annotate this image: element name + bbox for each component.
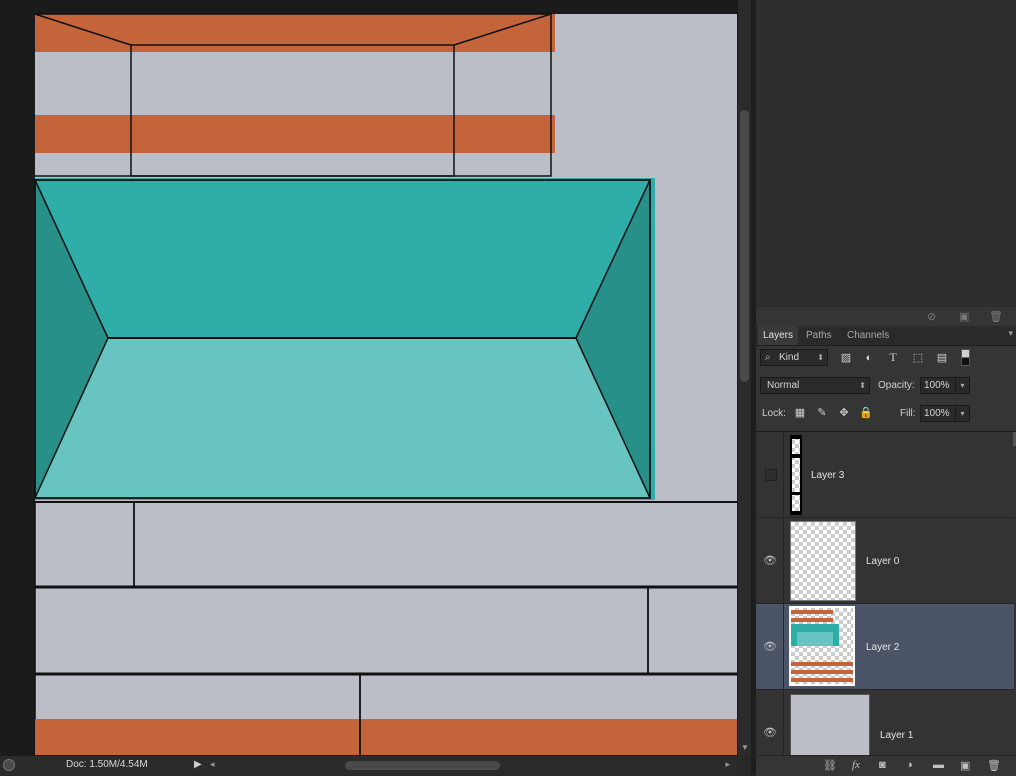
panel-menu-icon[interactable]: ▾	[1008, 328, 1013, 339]
fill-field[interactable]: 100% ▾	[920, 405, 970, 422]
layers-panel-footer: ⛓ fx ◙ ◑ ▬ ▣ 🗑	[756, 755, 1016, 776]
filter-adjustment-icon[interactable]: ◐	[862, 352, 876, 364]
fill-label: Fill:	[900, 408, 916, 419]
document-canvas[interactable]	[0, 0, 737, 755]
orange-stripe	[35, 115, 555, 153]
layers-list[interactable]: Layer 3 👁 Layer 0 👁 Layer 2 👁 Layer 1	[756, 431, 1016, 776]
opacity-value: 100%	[924, 380, 950, 391]
scroll-right-arrow-icon[interactable]: ▸	[725, 759, 730, 770]
adjustment-layer-icon[interactable]: ◑	[906, 759, 913, 771]
blend-mode-value: Normal	[767, 380, 800, 391]
visibility-toggle[interactable]: 👁	[756, 604, 784, 690]
status-bar: Doc: 1.50M/4.54M ▶ ◂ ▸	[0, 755, 737, 775]
layer-thumbnail	[790, 694, 870, 756]
tab-channels[interactable]: Channels	[842, 326, 894, 345]
filter-type-icon[interactable]: T	[886, 351, 900, 363]
layer-name[interactable]: Layer 3	[811, 470, 844, 481]
chevron-updown-icon: ⬍	[817, 353, 824, 362]
horizontal-scrollbar[interactable]: ◂ ▸	[207, 759, 732, 772]
layer-thumbnail	[790, 435, 802, 515]
new-item-icon[interactable]: ▣	[959, 310, 969, 323]
no-entry-icon[interactable]: ⊘	[927, 310, 936, 323]
vertical-scroll-thumb[interactable]	[740, 110, 749, 382]
opacity-field[interactable]: 100% ▾	[920, 377, 970, 394]
visibility-toggle[interactable]	[756, 432, 784, 518]
doc-size-info[interactable]: Doc: 1.50M/4.54M	[66, 759, 148, 770]
eye-icon[interactable]: 👁	[763, 726, 777, 739]
status-icon[interactable]	[3, 759, 15, 771]
lock-image-pixels-icon[interactable]: ✎	[815, 407, 829, 419]
right-panel-dock: ⊘ ▣ 🗑 Layers Paths Channels ▾ ⌕ Kind ⬍ ▨…	[756, 0, 1016, 776]
new-group-folder-icon[interactable]: ▬	[933, 759, 944, 771]
filter-toggle-switch[interactable]	[961, 349, 970, 366]
teal-floor	[35, 338, 650, 498]
trash-icon[interactable]: 🗑	[989, 310, 1003, 323]
new-layer-icon[interactable]: ▣	[960, 759, 970, 772]
tab-paths[interactable]: Paths	[801, 326, 837, 345]
fill-dropdown-arrow-icon[interactable]: ▾	[955, 406, 969, 421]
add-mask-icon[interactable]: ◙	[879, 759, 886, 771]
eye-icon[interactable]: 👁	[763, 640, 777, 653]
filter-smart-object-icon[interactable]: ▤	[935, 352, 949, 364]
orange-stripe	[35, 14, 555, 52]
filter-pixel-icon[interactable]: ▨	[839, 352, 853, 364]
upper-panel-area	[756, 0, 1016, 306]
tab-layers[interactable]: Layers	[758, 326, 799, 345]
blend-mode-dropdown[interactable]: Normal ⬍	[760, 377, 870, 394]
canvas-artwork	[34, 13, 737, 755]
layer-name[interactable]: Layer 1	[880, 730, 913, 741]
layer-row-layer-3[interactable]: Layer 3	[756, 432, 1014, 518]
layer-style-fx-icon[interactable]: fx	[852, 759, 860, 771]
layer-thumbnail	[789, 606, 855, 686]
layer-kind-filter[interactable]: ⌕ Kind ⬍	[760, 349, 828, 366]
filter-shape-icon[interactable]: ⬚	[911, 352, 925, 364]
status-menu-arrow-icon[interactable]: ▶	[194, 759, 202, 770]
visibility-off-box[interactable]	[765, 469, 777, 481]
lock-label: Lock:	[762, 408, 786, 419]
chevron-updown-icon: ⬍	[859, 381, 866, 390]
lock-position-icon[interactable]: ✥	[837, 407, 851, 419]
eye-icon[interactable]: 👁	[763, 554, 777, 567]
layer-row-layer-0[interactable]: 👁 Layer 0	[756, 518, 1014, 604]
visibility-toggle[interactable]: 👁	[756, 518, 784, 604]
horizontal-scroll-thumb[interactable]	[345, 761, 500, 770]
kind-filter-label: Kind	[779, 352, 800, 363]
layer-name[interactable]: Layer 2	[866, 642, 899, 653]
search-icon: ⌕	[765, 352, 771, 363]
scroll-left-arrow-icon[interactable]: ◂	[210, 759, 215, 770]
layer-name[interactable]: Layer 0	[866, 556, 899, 567]
scrollbar-corner	[737, 755, 751, 775]
lock-all-icon[interactable]: 🔒	[859, 407, 873, 419]
upper-panel-footer: ⊘ ▣ 🗑	[756, 306, 1016, 326]
delete-layer-trash-icon[interactable]: 🗑	[987, 759, 1001, 772]
vertical-scrollbar[interactable]: ▼	[737, 0, 752, 755]
orange-stripe	[35, 719, 737, 755]
layers-panel-tabs: Layers Paths Channels ▾	[756, 326, 1016, 346]
scroll-down-arrow-icon[interactable]: ▼	[741, 744, 749, 752]
fill-value: 100%	[924, 408, 950, 419]
layer-row-layer-2[interactable]: 👁 Layer 2	[756, 604, 1014, 690]
link-layers-icon[interactable]: ⛓	[823, 759, 837, 772]
lock-transparent-pixels-icon[interactable]: ▦	[793, 407, 807, 419]
layer-thumbnail	[790, 521, 856, 601]
opacity-dropdown-arrow-icon[interactable]: ▾	[955, 378, 969, 393]
opacity-label: Opacity:	[878, 380, 915, 391]
